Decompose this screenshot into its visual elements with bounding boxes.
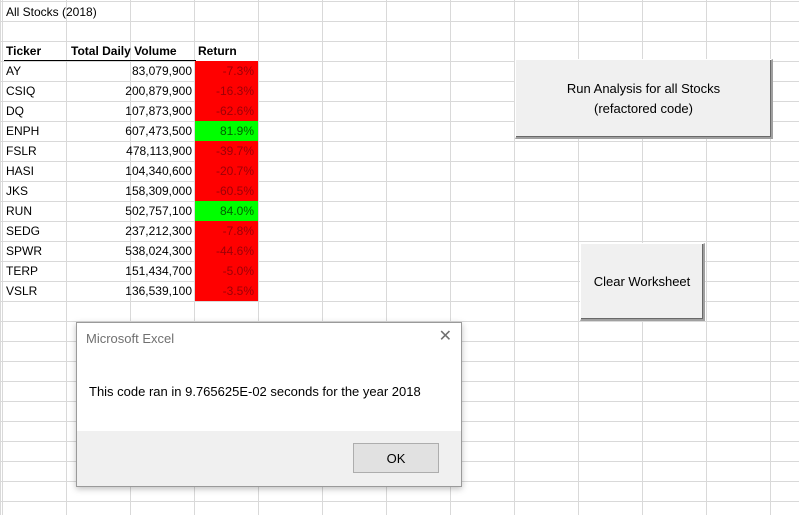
volume-cell[interactable]: 158,309,000 — [66, 181, 192, 201]
ticker-cell[interactable]: ENPH — [6, 121, 66, 141]
volume-cell[interactable]: 478,113,900 — [66, 141, 192, 161]
clear-worksheet-button[interactable]: Clear Worksheet — [580, 243, 705, 321]
volume-cell[interactable]: 237,212,300 — [66, 221, 192, 241]
ticker-cell[interactable]: RUN — [6, 201, 66, 221]
close-icon[interactable]: ✕ — [439, 327, 452, 347]
volume-cell[interactable]: 607,473,500 — [66, 121, 192, 141]
return-cell[interactable]: 81.9% — [195, 121, 258, 141]
return-cell[interactable]: -62.6% — [195, 101, 258, 121]
ticker-cell[interactable]: AY — [6, 61, 66, 81]
return-cell[interactable]: 84.0% — [195, 201, 258, 221]
run-analysis-button[interactable]: Run Analysis for all Stocks (refactored … — [515, 59, 773, 139]
ticker-cell[interactable]: SPWR — [6, 241, 66, 261]
dialog-message: This code ran in 9.765625E-02 seconds fo… — [89, 384, 421, 399]
ticker-cell[interactable]: FSLR — [6, 141, 66, 161]
ticker-cell[interactable]: JKS — [6, 181, 66, 201]
ticker-cell[interactable]: HASI — [6, 161, 66, 181]
ok-button[interactable]: OK — [353, 443, 439, 473]
ticker-cell[interactable]: TERP — [6, 261, 66, 281]
return-cell[interactable]: -5.0% — [195, 261, 258, 281]
volume-cell[interactable]: 136,539,100 — [66, 281, 192, 301]
volume-cell[interactable]: 151,434,700 — [66, 261, 192, 281]
message-dialog: Microsoft Excel ✕ This code ran in 9.765… — [76, 322, 462, 487]
return-cell[interactable]: -20.7% — [195, 161, 258, 181]
return-cell[interactable]: -39.7% — [195, 141, 258, 161]
header-ticker[interactable]: Ticker — [6, 41, 66, 61]
return-cell[interactable]: -3.5% — [195, 281, 258, 301]
return-cell[interactable]: -60.5% — [195, 181, 258, 201]
volume-cell[interactable]: 200,879,900 — [66, 81, 192, 101]
header-volume[interactable]: Total Daily Volume — [71, 41, 177, 61]
dialog-title: Microsoft Excel — [86, 331, 175, 346]
dialog-footer: OK — [77, 431, 461, 486]
ticker-cell[interactable]: VSLR — [6, 281, 66, 301]
volume-cell[interactable]: 538,024,300 — [66, 241, 192, 261]
return-cell[interactable]: -7.3% — [195, 61, 258, 81]
volume-cell[interactable]: 104,340,600 — [66, 161, 192, 181]
volume-cell[interactable]: 107,873,900 — [66, 101, 192, 121]
header-return[interactable]: Return — [198, 41, 237, 61]
return-cell[interactable]: -44.6% — [195, 241, 258, 261]
return-cell[interactable]: -7.8% — [195, 221, 258, 241]
return-cell[interactable]: -16.3% — [195, 81, 258, 101]
sheet-title[interactable]: All Stocks (2018) — [6, 2, 97, 22]
ticker-cell[interactable]: DQ — [6, 101, 66, 121]
grid-edge — [0, 0, 1, 515]
ticker-cell[interactable]: SEDG — [6, 221, 66, 241]
ticker-cell[interactable]: CSIQ — [6, 81, 66, 101]
volume-cell[interactable]: 502,757,100 — [66, 201, 192, 221]
volume-cell[interactable]: 83,079,900 — [66, 61, 192, 81]
